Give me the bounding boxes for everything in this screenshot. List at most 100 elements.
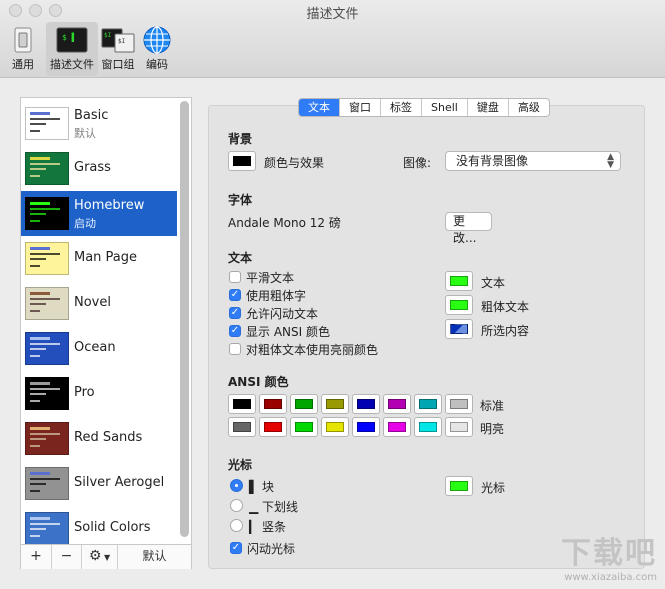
chevron-down-icon: ▼ (101, 553, 111, 562)
profile-subtitle: 启动 (74, 217, 96, 230)
tab-4[interactable]: 键盘 (468, 99, 509, 116)
thumbnail-prompt-line (30, 400, 40, 402)
ansi-bright-color-swatch[interactable] (383, 417, 411, 437)
ansi-normal-color-swatch[interactable] (321, 394, 349, 414)
profile-name: Red Sands (74, 430, 143, 445)
thumbnail-text-line (30, 253, 60, 255)
toolbar-window-groups[interactable]: $I $I 窗口组 (98, 22, 138, 76)
profile-name: Pro (74, 385, 95, 400)
profile-item[interactable]: Man Page (21, 236, 177, 281)
settings-tabs: 文本 窗口 标签 Shell 键盘 高级 (298, 98, 550, 117)
text-option-label: 对粗体文本使用亮丽颜色 (246, 343, 379, 357)
title-bar: 描述文件 通用 $ ▌ 描述文件 $I $I 窗口组 编码 (0, 0, 665, 78)
thumbnail-text-line (30, 208, 60, 210)
thumbnail-text-line (30, 298, 60, 300)
thumbnail-title-bar (30, 157, 50, 160)
text-color-fill (450, 276, 468, 286)
text-option-checkbox[interactable]: ✓ (229, 325, 241, 337)
add-profile-button[interactable]: + (21, 545, 52, 569)
ansi-bright-color-swatch[interactable] (321, 417, 349, 437)
ansi-normal-color-swatch[interactable] (414, 394, 442, 414)
ansi-color-fill (419, 422, 437, 432)
gear-icon: ⚙ (88, 548, 102, 564)
ansi-bright-color-swatch[interactable] (228, 417, 256, 437)
ansi-color-fill (450, 422, 468, 432)
profiles-scrollbar[interactable] (180, 101, 189, 537)
thumbnail-title-bar (30, 517, 50, 520)
set-default-button[interactable]: 默认 (118, 545, 191, 569)
text-option-checkbox[interactable]: ✓ (229, 307, 241, 319)
ansi-bright-color-swatch[interactable] (414, 417, 442, 437)
thumbnail-text-line (30, 163, 60, 165)
tab-5[interactable]: 高级 (509, 99, 549, 116)
ansi-color-fill (357, 422, 375, 432)
toolbar-profiles[interactable]: $ ▌ 描述文件 (46, 22, 98, 76)
tab-2[interactable]: 标签 (381, 99, 422, 116)
thumbnail-title-bar (30, 427, 50, 430)
tab-3[interactable]: Shell (422, 99, 468, 116)
profile-item[interactable]: Grass (21, 146, 177, 191)
profile-thumbnail (25, 287, 69, 320)
text-option-checkbox[interactable] (229, 343, 241, 355)
profile-actions-button[interactable]: ⚙ ▼ (82, 545, 118, 569)
ansi-normal-color-swatch[interactable] (445, 394, 473, 414)
profile-item[interactable]: Homebrew 启动 (21, 191, 177, 236)
ansi-normal-color-swatch[interactable] (383, 394, 411, 414)
profile-item[interactable]: Novel (21, 281, 177, 326)
text-option-checkbox[interactable]: ✓ (229, 289, 241, 301)
text-section-title: 文本 (228, 251, 253, 265)
selection-color-swatch[interactable] (445, 319, 473, 339)
text-option-label: 允许闪动文本 (246, 307, 319, 321)
profile-item[interactable]: Ocean (21, 326, 177, 371)
cursor-style-radio[interactable] (230, 479, 243, 492)
thumbnail-text-line (30, 123, 46, 125)
profile-thumbnail (25, 332, 69, 365)
ansi-color-fill (326, 399, 344, 409)
thumbnail-prompt-line (30, 130, 40, 132)
tab-0[interactable]: 文本 (299, 99, 340, 116)
profile-subtitle: 默认 (74, 127, 96, 140)
thumbnail-prompt-line (30, 265, 40, 267)
background-color-swatch[interactable] (228, 151, 256, 171)
cursor-color-swatch[interactable] (445, 476, 473, 496)
thumbnail-text-line (30, 528, 46, 530)
profile-thumbnail (25, 377, 69, 410)
ansi-normal-color-swatch[interactable] (352, 394, 380, 414)
profile-item[interactable]: Pro (21, 371, 177, 416)
preferences-window: 描述文件 通用 $ ▌ 描述文件 $I $I 窗口组 编码 Basic 默认 G… (0, 0, 665, 589)
toolbar-general[interactable]: 通用 (0, 22, 46, 76)
thumbnail-title-bar (30, 472, 50, 475)
window-title: 描述文件 (306, 7, 359, 22)
ansi-normal-color-swatch[interactable] (259, 394, 287, 414)
profile-item[interactable]: Red Sands (21, 416, 177, 461)
ansi-normal-color-swatch[interactable] (290, 394, 318, 414)
thumbnail-title-bar (30, 247, 50, 250)
toolbar-encodings[interactable]: 编码 (138, 22, 176, 76)
remove-profile-button[interactable]: − (52, 545, 82, 569)
thumbnail-text-line (30, 523, 60, 525)
cursor-style-radio[interactable] (230, 519, 243, 532)
bold-text-color-swatch[interactable] (445, 295, 473, 315)
thumbnail-prompt-line (30, 535, 40, 537)
background-image-popup[interactable]: 没有背景图像 ▲ ▼ (445, 151, 621, 171)
cursor-style-radio[interactable] (230, 499, 243, 512)
thumbnail-prompt-line (30, 490, 40, 492)
ansi-bright-color-swatch[interactable] (259, 417, 287, 437)
tab-1[interactable]: 窗口 (340, 99, 381, 116)
ansi-bright-color-swatch[interactable] (290, 417, 318, 437)
profile-name: Silver Aerogel (74, 475, 165, 490)
background-section-title: 背景 (228, 132, 253, 146)
thumbnail-title-bar (30, 382, 50, 385)
ansi-bright-color-swatch[interactable] (445, 417, 473, 437)
thumbnail-text-line (30, 303, 46, 305)
change-font-button[interactable]: 更改... (445, 212, 492, 245)
profile-item[interactable]: Silver Aerogel (21, 461, 177, 506)
blink-cursor-checkbox[interactable]: ✓ (230, 542, 242, 554)
ansi-bright-color-swatch[interactable] (352, 417, 380, 437)
text-color-swatch[interactable] (445, 271, 473, 291)
ansi-normal-color-swatch[interactable] (228, 394, 256, 414)
profile-name: Grass (74, 160, 111, 175)
text-option-checkbox[interactable] (229, 271, 241, 283)
profile-item[interactable]: Basic 默认 (21, 101, 177, 146)
blink-cursor-label: 闪动光标 (247, 542, 296, 556)
